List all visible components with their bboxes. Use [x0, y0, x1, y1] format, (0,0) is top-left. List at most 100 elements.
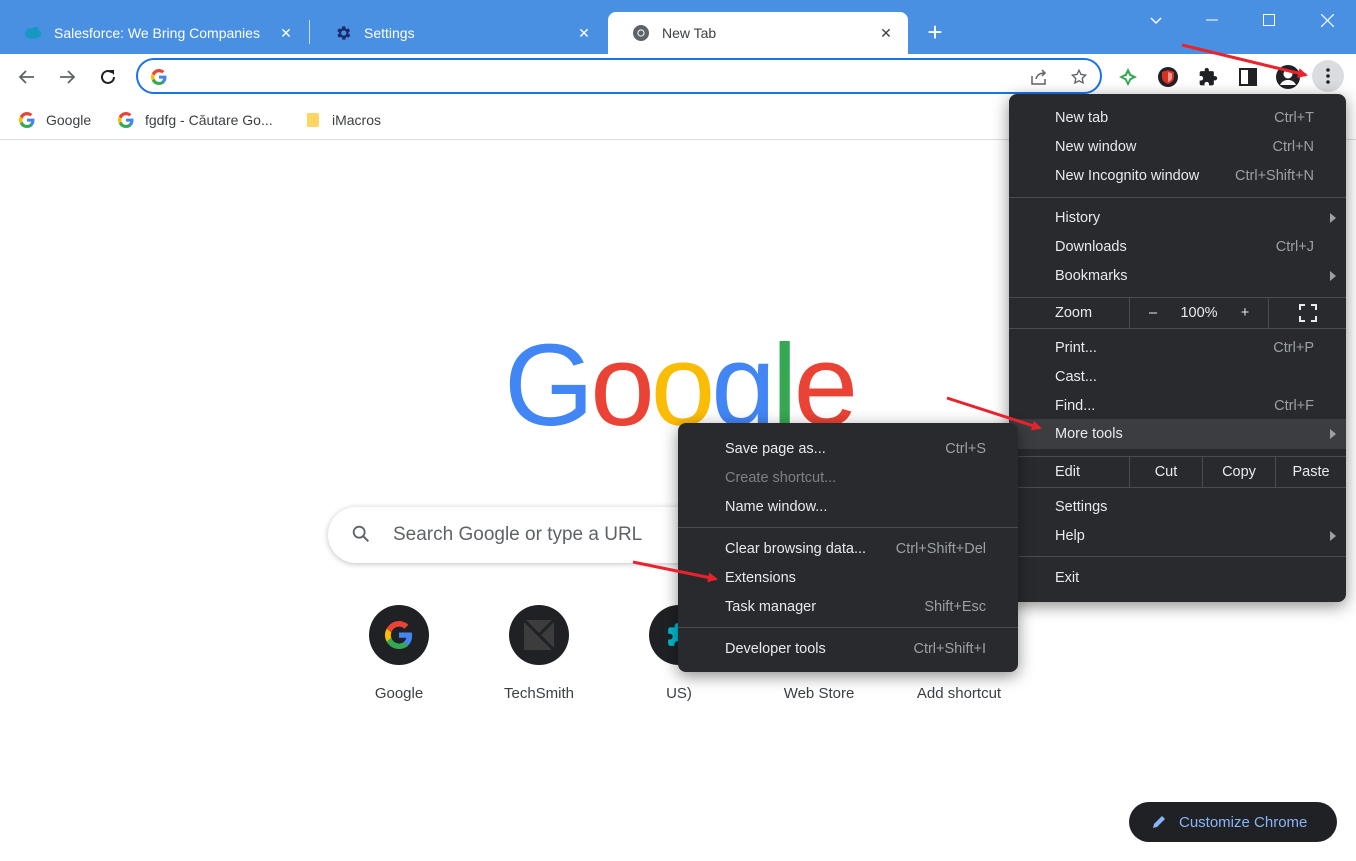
- menu-item-label: Exit: [1055, 570, 1080, 586]
- chrome-icon: [632, 24, 650, 42]
- maximize-button[interactable]: [1247, 6, 1291, 34]
- menu-item-downloads[interactable]: Downloads Ctrl+J: [1009, 233, 1346, 261]
- menu-item-exit[interactable]: Exit: [1009, 564, 1346, 592]
- reload-button[interactable]: [95, 64, 121, 90]
- menu-divider: [1009, 197, 1346, 198]
- menu-item-shortcut: Ctrl+P: [1273, 340, 1314, 356]
- address-bar[interactable]: [136, 58, 1102, 94]
- profile-avatar-icon[interactable]: [1274, 63, 1302, 91]
- menu-item-cast[interactable]: Cast...: [1009, 363, 1346, 391]
- paste-button[interactable]: Paste: [1276, 457, 1346, 487]
- bookmark-label: Google: [46, 112, 92, 128]
- reload-icon: [101, 69, 115, 84]
- logo-letter: o: [590, 320, 654, 450]
- menu-item-label: Name window...: [725, 499, 828, 515]
- tab-search-button[interactable]: [1134, 6, 1178, 34]
- menu-item-shortcut: Ctrl+Shift+Del: [895, 541, 986, 557]
- more-vert-icon: [1326, 68, 1330, 84]
- tab-label: Salesforce: We Bring Companies: [54, 25, 260, 41]
- shortcut-label: Google: [374, 685, 424, 702]
- bookmark-google[interactable]: Google: [18, 108, 91, 132]
- menu-item-new-window[interactable]: New window Ctrl+N: [1009, 133, 1346, 161]
- chrome-menu-button[interactable]: [1312, 60, 1344, 92]
- close-icon[interactable]: ✕: [276, 23, 296, 43]
- zoom-divider: [1268, 298, 1269, 328]
- salesforce-cloud-icon: [24, 24, 42, 42]
- copy-button[interactable]: Copy: [1203, 457, 1275, 487]
- menu-item-developer-tools[interactable]: Developer tools Ctrl+Shift+I: [678, 635, 1018, 663]
- customize-chrome-button[interactable]: Customize Chrome: [1129, 802, 1337, 842]
- menu-item-clear-browsing-data[interactable]: Clear browsing data... Ctrl+Shift+Del: [678, 535, 1018, 563]
- techsmith-icon: [524, 620, 554, 650]
- menu-item-settings[interactable]: Settings: [1009, 493, 1346, 521]
- extensions-puzzle-icon[interactable]: [1194, 63, 1222, 91]
- tab-new-tab[interactable]: New Tab ✕: [608, 12, 908, 54]
- close-window-button[interactable]: [1305, 6, 1349, 34]
- star-icon[interactable]: [1068, 66, 1090, 88]
- menu-item-new-incognito[interactable]: New Incognito window Ctrl+Shift+N: [1009, 162, 1346, 190]
- menu-item-label: New Incognito window: [1055, 168, 1200, 184]
- menu-item-bookmarks[interactable]: Bookmarks: [1009, 262, 1346, 290]
- menu-divider: [678, 527, 1018, 528]
- menu-item-name-window[interactable]: Name window...: [678, 493, 1018, 521]
- gear-icon: [334, 24, 352, 42]
- menu-item-help[interactable]: Help: [1009, 522, 1346, 550]
- chevron-right-icon: [1330, 213, 1336, 223]
- shortcut-google[interactable]: Google: [343, 605, 455, 715]
- green-extension-icon[interactable]: [1114, 63, 1142, 91]
- forward-button[interactable]: [54, 64, 80, 90]
- google-g-icon: [385, 621, 413, 649]
- menu-item-task-manager[interactable]: Task manager Shift+Esc: [678, 593, 1018, 621]
- menu-item-shortcut: Ctrl+S: [945, 441, 986, 457]
- menu-item-label: More tools: [1055, 426, 1123, 442]
- shortcut-tile: [369, 605, 429, 665]
- menu-item-label: History: [1055, 210, 1101, 226]
- zoom-label: Zoom: [1055, 305, 1093, 321]
- menu-item-print[interactable]: Print... Ctrl+P: [1009, 334, 1346, 362]
- menu-item-history[interactable]: History: [1009, 204, 1346, 232]
- close-icon: [1320, 13, 1334, 27]
- minimize-button[interactable]: [1190, 6, 1234, 34]
- folder-icon: [304, 111, 322, 129]
- logo-letter: G: [504, 320, 594, 450]
- zoom-level: 100%: [1180, 305, 1218, 321]
- bookmark-imacros[interactable]: iMacros: [304, 108, 381, 132]
- share-icon[interactable]: [1028, 66, 1050, 88]
- bookmark-label: fgdfg - Căutare Go...: [145, 112, 273, 128]
- menu-divider: [1009, 487, 1346, 488]
- menu-item-new-tab[interactable]: New tab Ctrl+T: [1009, 104, 1346, 132]
- new-tab-button[interactable]: +: [922, 19, 948, 46]
- shortcut-techsmith[interactable]: TechSmith: [483, 605, 595, 715]
- menu-item-label: Settings: [1055, 499, 1108, 515]
- shield-icon[interactable]: [1154, 63, 1182, 91]
- menu-item-label: Find...: [1055, 398, 1096, 414]
- bookmark-label: iMacros: [332, 112, 382, 128]
- minimize-icon: [1206, 19, 1218, 21]
- fullscreen-icon: [1299, 304, 1317, 322]
- tab-salesforce[interactable]: Salesforce: We Bring Companies ✕: [0, 12, 308, 54]
- side-panel-icon[interactable]: [1234, 63, 1262, 91]
- zoom-out-button[interactable]: –: [1139, 298, 1167, 328]
- arrow-left-icon: [18, 70, 34, 84]
- menu-item-more-tools[interactable]: More tools: [1009, 419, 1346, 449]
- back-button[interactable]: [14, 64, 40, 90]
- tab-label: New Tab: [662, 25, 717, 41]
- menu-item-label: Bookmarks: [1055, 268, 1128, 284]
- close-icon[interactable]: ✕: [574, 23, 594, 43]
- tab-settings[interactable]: Settings ✕: [310, 12, 606, 54]
- cut-button[interactable]: Cut: [1130, 457, 1202, 487]
- menu-item-save-page[interactable]: Save page as... Ctrl+S: [678, 435, 1018, 463]
- menu-divider: [1009, 556, 1346, 557]
- zoom-in-button[interactable]: +: [1231, 298, 1259, 328]
- menu-item-find[interactable]: Find... Ctrl+F: [1009, 392, 1346, 420]
- title-bar: Salesforce: We Bring Companies ✕ Setting…: [0, 0, 1356, 54]
- more-tools-submenu: Save page as... Ctrl+S Create shortcut..…: [678, 423, 1018, 672]
- menu-divider: [678, 627, 1018, 628]
- close-icon[interactable]: ✕: [876, 23, 896, 43]
- menu-item-shortcut: Ctrl+Shift+N: [1235, 168, 1314, 184]
- menu-item-extensions[interactable]: Extensions: [678, 564, 1018, 592]
- url-input[interactable]: [178, 66, 1038, 86]
- bookmark-search[interactable]: fgdfg - Căutare Go...: [117, 108, 273, 132]
- fullscreen-button[interactable]: [1289, 298, 1327, 328]
- menu-item-label: Save page as...: [725, 441, 826, 457]
